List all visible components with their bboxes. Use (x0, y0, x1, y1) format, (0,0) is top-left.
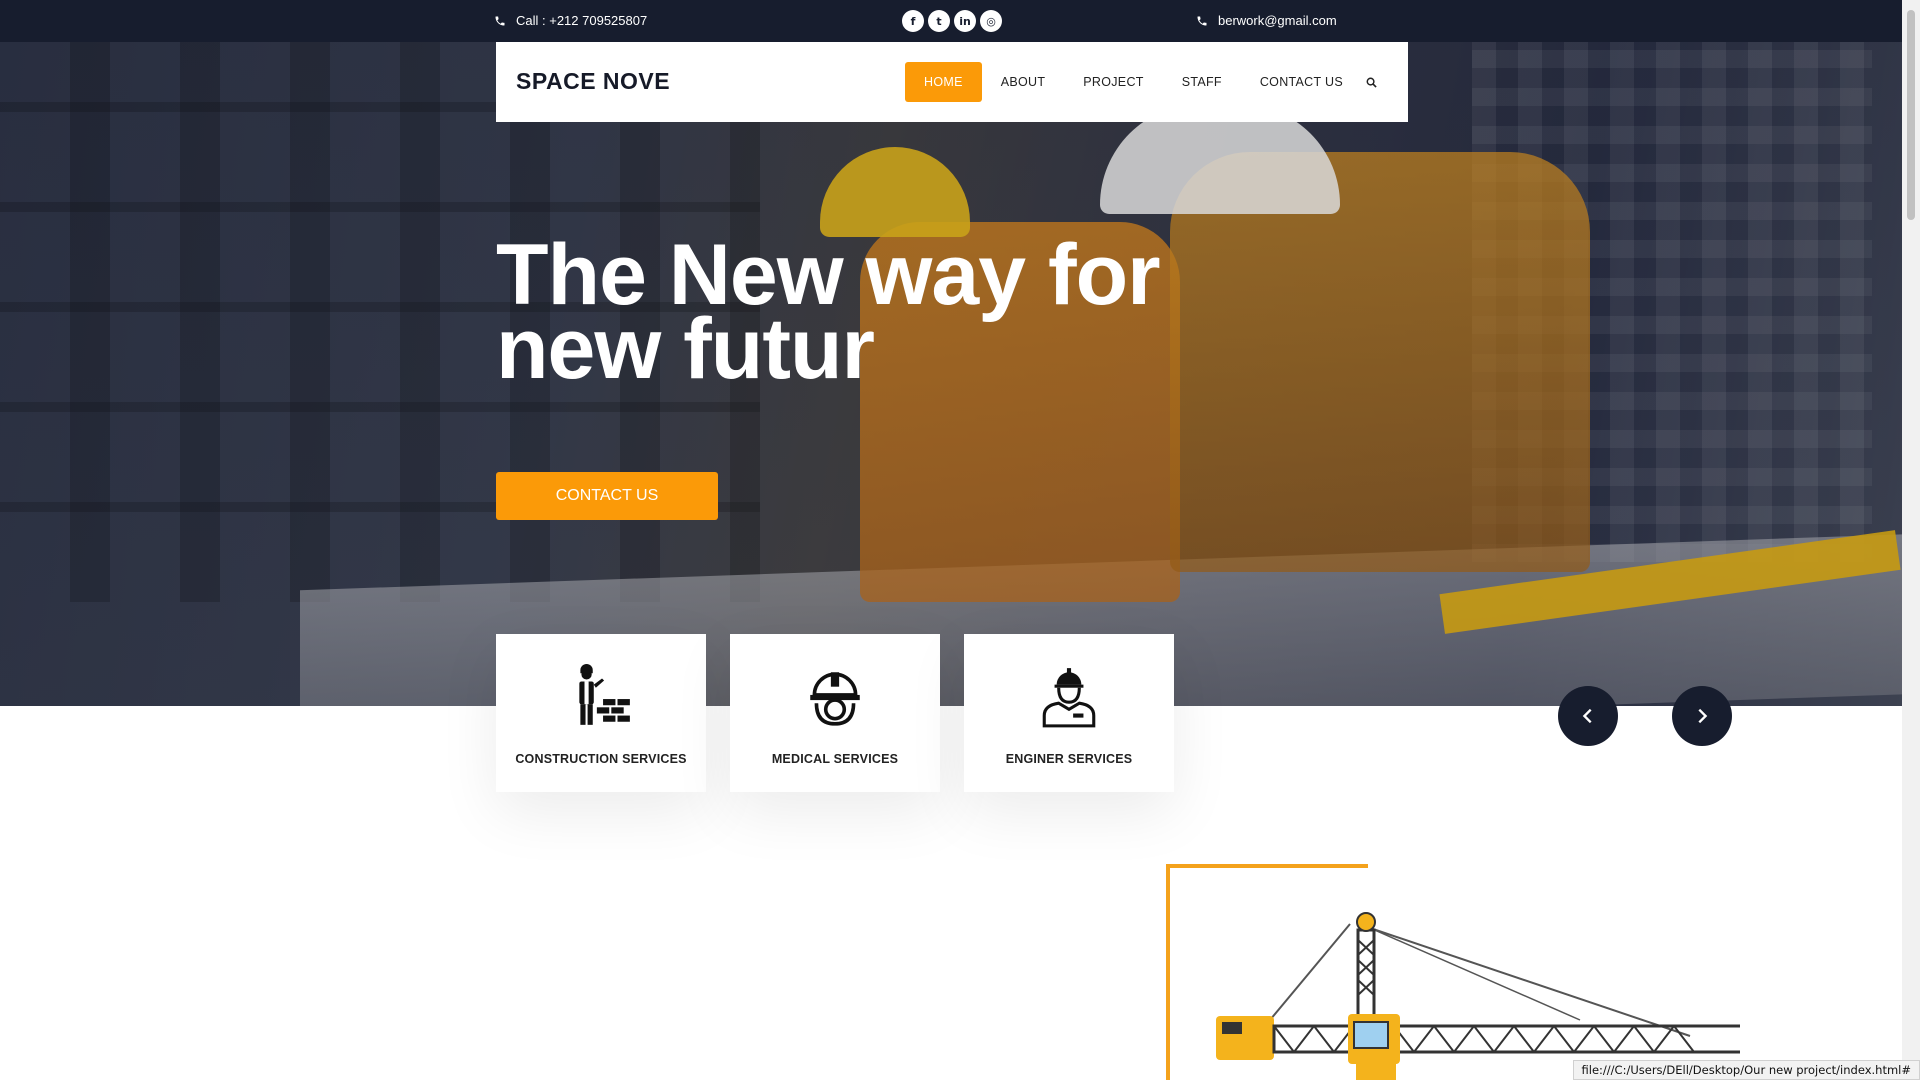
nav-menu: HOME ABOUT PROJECT STAFF CONTACT US (905, 62, 1380, 102)
builder-bricks-icon (579, 664, 630, 725)
social-links: f t in ◎ (902, 10, 1002, 32)
brand-logo[interactable]: SPACE NOVE (516, 68, 670, 95)
service-card-enginer[interactable]: ENGINER SERVICES (964, 634, 1174, 792)
crane-illustration (1166, 864, 1740, 1080)
linkedin-icon[interactable]: in (954, 10, 976, 32)
nav-item-project[interactable]: PROJECT (1064, 62, 1162, 102)
hero-worker-right (1170, 152, 1590, 572)
instagram-icon[interactable]: ◎ (980, 10, 1002, 32)
chevron-left-icon (1582, 708, 1592, 724)
browser-status-url: file:///C:/Users/DEll/Desktop/Our new pr… (1572, 1060, 1920, 1080)
facebook-icon[interactable]: f (902, 10, 924, 32)
main-navbar: SPACE NOVE HOME ABOUT PROJECT STAFF CONT… (496, 42, 1408, 122)
engineer-icon (1042, 668, 1096, 728)
scrollbar-thumb[interactable] (1907, 10, 1915, 220)
hero-headline: The New way for new futur (496, 227, 1161, 397)
top-bar: Call : +212 709525807 f t in ◎ berwork@g… (0, 0, 1902, 42)
email-text[interactable]: berwork@gmail.com (1218, 13, 1337, 28)
nav-item-staff[interactable]: STAFF (1163, 62, 1241, 102)
twitter-icon[interactable]: t (928, 10, 950, 32)
service-label: ENGINER SERVICES (1005, 752, 1133, 766)
search-icon[interactable] (1364, 74, 1380, 90)
hero-yellow-helmet (820, 147, 970, 237)
call-text: Call : +212 709525807 (516, 13, 648, 28)
call-info: Call : +212 709525807 (494, 13, 647, 28)
service-label: MEDICAL SERVICES (771, 752, 899, 766)
service-label: CONSTRUCTION SERVICES (515, 752, 687, 766)
phone-icon (495, 16, 505, 25)
nav-item-about[interactable]: ABOUT (982, 62, 1065, 102)
slider-next-button[interactable] (1672, 686, 1732, 746)
chevron-right-icon (1698, 708, 1708, 724)
slider-prev-button[interactable] (1558, 686, 1618, 746)
email-info: berwork@gmail.com (1196, 13, 1337, 28)
nav-item-contact-us[interactable]: CONTACT US (1241, 62, 1362, 102)
service-card-construction[interactable]: CONSTRUCTION SERVICES (496, 634, 706, 792)
phone-icon (1197, 16, 1207, 25)
nav-item-home[interactable]: HOME (905, 62, 982, 102)
service-card-medical[interactable]: MEDICAL SERVICES (730, 634, 940, 792)
page-scrollbar[interactable] (1902, 0, 1920, 1080)
hero-contact-button[interactable]: CONTACT US (496, 472, 718, 520)
helmet-gear-icon (810, 672, 860, 726)
